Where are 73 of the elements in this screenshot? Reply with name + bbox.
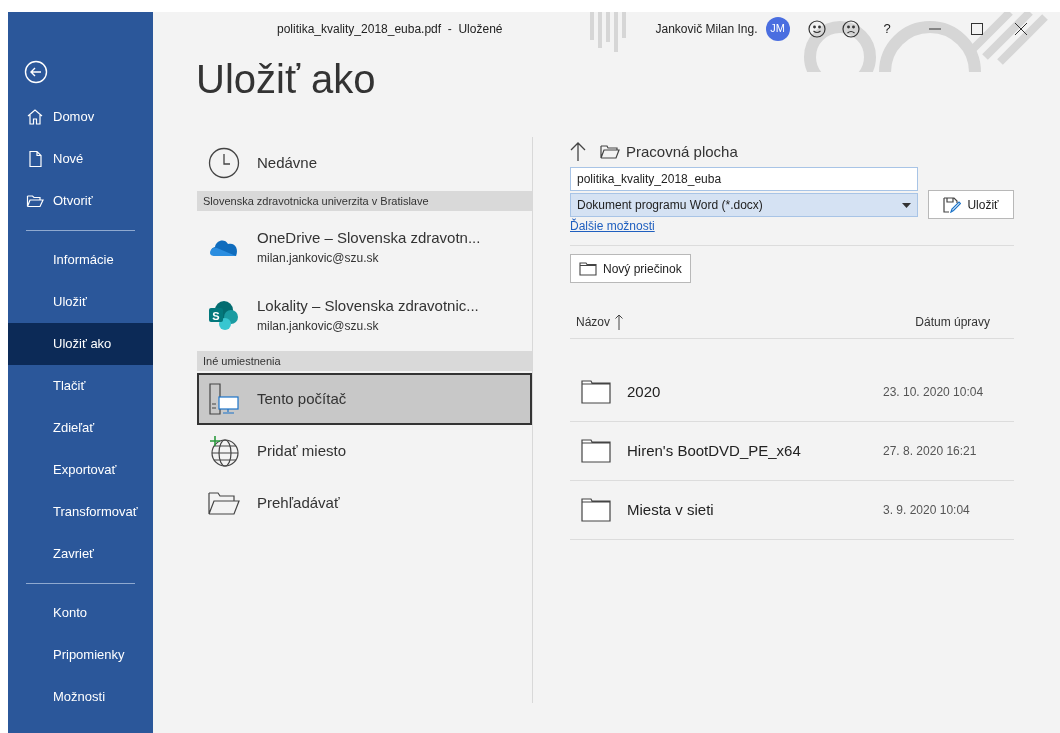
- home-icon: [26, 108, 44, 126]
- location-item[interactable]: Pridať miesto: [197, 425, 532, 477]
- folder-name: Miesta v sieti: [627, 499, 715, 520]
- section-header: Slovenska zdravotnicka univerzita v Bratislave: [197, 191, 532, 211]
- modified-date: 3. 9. 2020 10:04: [883, 502, 971, 519]
- sidebar-item[interactable]: Transformovať: [8, 491, 153, 533]
- sidebar-item[interactable]: Domov: [8, 96, 153, 138]
- sidebar-item[interactable]: Otvoriť: [8, 180, 153, 222]
- maximize-icon[interactable]: [970, 22, 983, 35]
- user-name: Jankovič Milan Ing.: [655, 20, 758, 38]
- location-name: Lokality – Slovenska zdravotnic...: [257, 295, 479, 316]
- new-folder-button[interactable]: Nový priečinok: [570, 254, 691, 283]
- section-header: Iné umiestnenia: [197, 351, 532, 371]
- file-type-dropdown[interactable]: Dokument programu Word (*.docx): [570, 193, 918, 217]
- folder-name: 2020: [627, 381, 662, 402]
- account-email: milan.jankovic@szu.sk: [257, 250, 380, 268]
- document-title: politika_kvality_2018_euba.pdf - Uložené: [277, 20, 503, 38]
- sidebar-item[interactable]: Zdieľať: [8, 407, 153, 449]
- folder-row[interactable]: Miesta v sieti 3. 9. 2020 10:04: [570, 481, 1014, 540]
- modified-date: 23. 10. 2020 10:04: [883, 384, 985, 401]
- location-name: Prehľadávať: [257, 492, 340, 513]
- computer-icon: [208, 383, 240, 415]
- location-item[interactable]: Nedávne: [197, 137, 532, 189]
- location-item[interactable]: S Lokality – Slovenska zdravotnic... milan.jankovic@szu.sk: [197, 281, 532, 349]
- location-item[interactable]: OneDrive – Slovenska zdravotn... milan.jankovic@szu.sk: [197, 213, 532, 281]
- folder-icon: [581, 380, 611, 404]
- help-button[interactable]: ?: [883, 18, 891, 39]
- folder-name: Hiren's BootDVD_PE_x64: [627, 440, 802, 461]
- page-heading: Uložiť ako: [196, 59, 377, 99]
- sidebar-item[interactable]: Uložiť ako: [8, 323, 153, 365]
- folder-row[interactable]: 2020 23. 10. 2020 10:04: [570, 363, 1014, 422]
- location-item[interactable]: Tento počítač: [197, 373, 532, 425]
- column-header[interactable]: Dátum úpravy: [915, 312, 990, 331]
- location-name: Nedávne: [257, 152, 318, 173]
- globe-add-icon: [208, 435, 240, 467]
- account-email: milan.jankovic@szu.sk: [257, 318, 380, 336]
- current-folder-path[interactable]: Pracovná plocha: [626, 140, 738, 164]
- back-button[interactable]: [24, 60, 48, 84]
- clock-icon: [208, 147, 240, 179]
- user-avatar[interactable]: JM: [765, 16, 790, 41]
- location-name: Tento počítač: [257, 388, 347, 409]
- close-icon[interactable]: [1014, 22, 1027, 35]
- save-edit-icon: [943, 196, 962, 213]
- sidebar-item[interactable]: Exportovať: [8, 449, 153, 491]
- dropdown-caret-icon: [902, 202, 911, 208]
- frown-icon[interactable]: [841, 19, 860, 38]
- sidebar-item[interactable]: Zavrieť: [8, 533, 153, 575]
- sort-ascending-icon[interactable]: [615, 313, 623, 330]
- column-header[interactable]: Názov: [576, 312, 610, 331]
- sidebar-item[interactable]: Možnosti: [8, 676, 153, 718]
- file-name-field[interactable]: politika_kvality_2018_euba: [570, 167, 918, 191]
- up-arrow-icon[interactable]: [570, 142, 586, 162]
- location-item[interactable]: Prehľadávať: [197, 477, 532, 529]
- location-name: OneDrive – Slovenska zdravotn...: [257, 227, 481, 248]
- folder-icon: [26, 192, 44, 210]
- folder-row[interactable]: Hiren's BootDVD_PE_x64 27. 8. 2020 16:21: [570, 422, 1014, 481]
- folder-icon: [208, 490, 240, 516]
- sidebar-item[interactable]: Tlačiť: [8, 365, 153, 407]
- modified-date: 27. 8. 2020 16:21: [883, 443, 978, 460]
- folder-icon: [581, 498, 611, 522]
- document-icon: [26, 150, 44, 168]
- folder-icon: [600, 144, 620, 160]
- sidebar-item[interactable]: Pripomienky: [8, 634, 153, 676]
- sidebar-item[interactable]: Nové: [8, 138, 153, 180]
- save-button[interactable]: Uložiť: [928, 190, 1014, 219]
- sidebar-item[interactable]: Konto: [8, 592, 153, 634]
- sidebar-item[interactable]: Informácie: [8, 239, 153, 281]
- sidebar-item[interactable]: Uložiť: [8, 281, 153, 323]
- smile-icon[interactable]: [807, 19, 826, 38]
- folder-icon: [579, 261, 597, 276]
- location-name: Pridať miesto: [257, 440, 346, 461]
- folder-icon: [581, 439, 611, 463]
- more-options-link[interactable]: Ďalšie možnosti: [570, 217, 655, 235]
